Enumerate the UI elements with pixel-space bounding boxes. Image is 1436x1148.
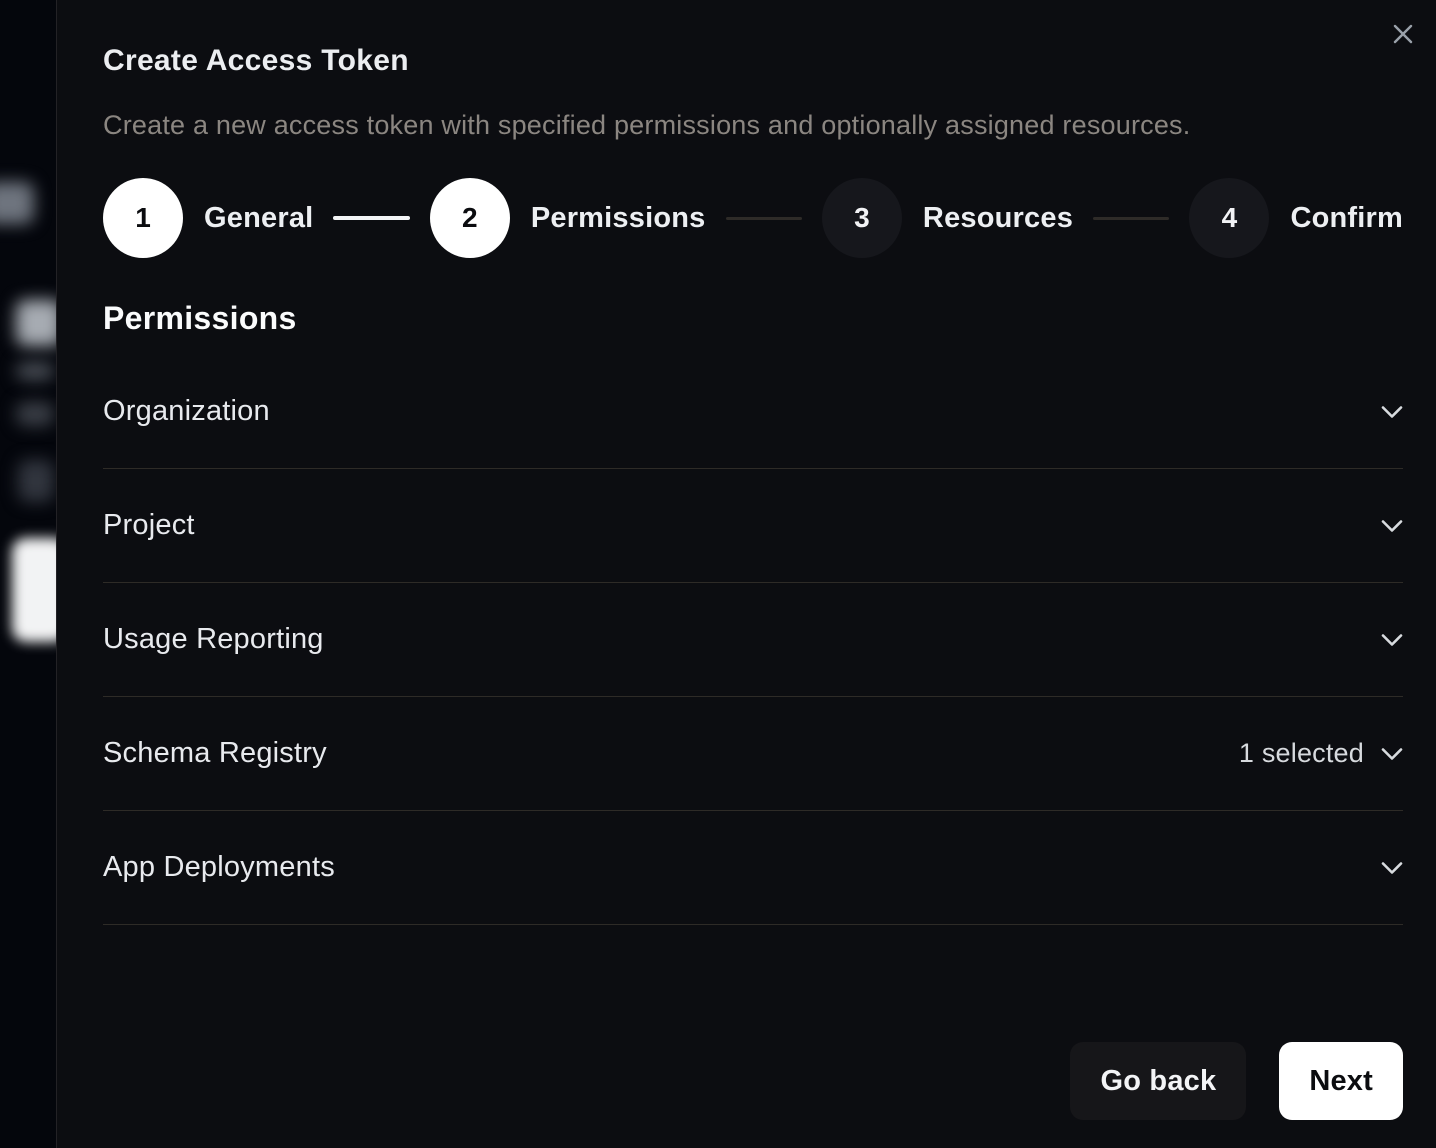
accordion-row-organization[interactable]: Organization — [103, 355, 1403, 469]
modal-subtitle: Create a new access token with specified… — [103, 110, 1403, 140]
accordion-row-schema-registry[interactable]: Schema Registry 1 selected — [103, 697, 1403, 811]
backdrop-blur-artifact — [16, 402, 54, 426]
step-number-badge: 1 — [103, 178, 183, 258]
next-button[interactable]: Next — [1279, 1042, 1403, 1120]
step-connector — [1093, 217, 1169, 220]
backdrop-blur-artifact — [0, 182, 34, 224]
accordion-label: Schema Registry — [103, 737, 327, 770]
step-number-badge: 2 — [430, 178, 510, 258]
step-number-badge: 3 — [822, 178, 902, 258]
permissions-section-heading: Permissions — [103, 300, 1403, 336]
step-connector — [333, 216, 409, 220]
step-confirm[interactable]: 4 Confirm — [1189, 178, 1403, 258]
backdrop-blur-artifact — [18, 460, 54, 502]
accordion-label: Project — [103, 509, 195, 542]
screen: Create Access Token Create a new access … — [0, 0, 1436, 1148]
page-backdrop — [0, 0, 56, 1148]
backdrop-blur-artifact — [16, 362, 54, 380]
close-button[interactable] — [1392, 23, 1414, 45]
close-icon — [1392, 23, 1414, 45]
wizard-stepper: 1 General 2 Permissions 3 Resources 4 Co… — [103, 178, 1403, 258]
accordion-label: Usage Reporting — [103, 623, 324, 656]
backdrop-blur-artifact — [16, 300, 56, 346]
step-general[interactable]: 1 General — [103, 178, 313, 258]
chevron-down-icon — [1381, 633, 1403, 647]
modal-title: Create Access Token — [103, 44, 1403, 78]
accordion-row-app-deployments[interactable]: App Deployments — [103, 811, 1403, 925]
accordion-row-usage-reporting[interactable]: Usage Reporting — [103, 583, 1403, 697]
step-label: General — [204, 202, 313, 235]
chevron-down-icon — [1381, 405, 1403, 419]
step-connector — [726, 217, 802, 220]
backdrop-blur-artifact — [12, 538, 56, 642]
step-resources[interactable]: 3 Resources — [822, 178, 1073, 258]
accordion-row-project[interactable]: Project — [103, 469, 1403, 583]
step-permissions[interactable]: 2 Permissions — [430, 178, 706, 258]
step-label: Resources — [923, 202, 1073, 235]
create-access-token-modal: Create Access Token Create a new access … — [56, 0, 1436, 1148]
accordion-label: App Deployments — [103, 851, 335, 884]
permissions-accordion: Organization Project — [103, 355, 1403, 925]
chevron-down-icon — [1381, 519, 1403, 533]
go-back-button[interactable]: Go back — [1070, 1042, 1246, 1120]
chevron-down-icon — [1381, 861, 1403, 875]
accordion-label: Organization — [103, 395, 270, 428]
step-number-badge: 4 — [1189, 178, 1269, 258]
selected-count-badge: 1 selected — [1239, 738, 1364, 769]
step-label: Permissions — [531, 202, 706, 235]
chevron-down-icon — [1381, 747, 1403, 761]
modal-footer: Go back Next — [103, 1042, 1403, 1120]
step-label: Confirm — [1290, 202, 1403, 235]
